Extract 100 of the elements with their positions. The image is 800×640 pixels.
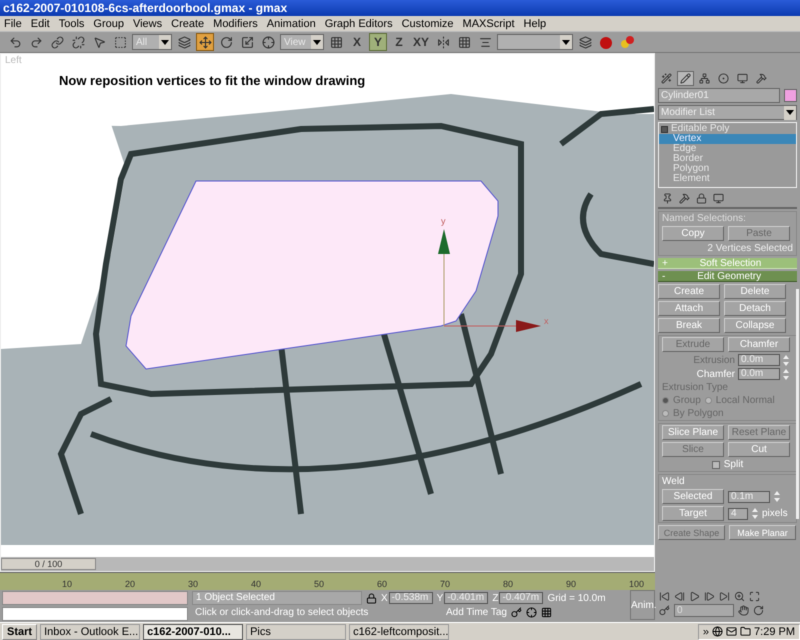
stack-item[interactable]: Polygon <box>659 164 796 174</box>
mirror-icon[interactable] <box>436 36 450 48</box>
menu-item[interactable]: Tools <box>58 18 84 30</box>
anim-button[interactable]: Anim. <box>630 590 655 620</box>
hammer-icon[interactable] <box>756 73 767 84</box>
add-time-tag-button[interactable]: Add Time Tag <box>446 607 507 618</box>
taskbar-button[interactable]: Pics <box>246 624 346 640</box>
spinner-field[interactable]: 0.1m <box>728 490 770 502</box>
skip-forward-icon[interactable] <box>719 591 730 602</box>
axis-constraint-button[interactable]: Z <box>390 33 408 51</box>
menu-item[interactable]: MAXScript <box>462 18 515 30</box>
taskbar-button[interactable]: c162-2007-010... <box>143 624 244 640</box>
panel-button[interactable]: Selected <box>662 489 724 504</box>
panel-button[interactable]: Collapse <box>724 318 786 333</box>
modifier-list-dropdown[interactable]: Modifier List <box>658 105 797 120</box>
taskbar-button[interactable]: Inbox - Outlook E... <box>40 624 140 640</box>
menu-item[interactable]: Modifiers <box>213 18 258 30</box>
stack-item[interactable]: Border <box>659 154 796 164</box>
circle-icon[interactable] <box>718 73 729 84</box>
redo-icon[interactable] <box>30 36 42 48</box>
menu-item[interactable]: Animation <box>266 18 316 30</box>
viewport[interactable]: y x Left Now reposition vertices to fit the window drawing <box>1 54 654 557</box>
coordinate-field[interactable]: -0.401m <box>444 592 488 604</box>
checkbox[interactable] <box>712 460 720 468</box>
start-button[interactable]: Start <box>2 624 38 640</box>
stack-item[interactable]: Vertex <box>659 134 796 144</box>
menu-item[interactable]: Create <box>171 18 204 30</box>
step-forward-icon[interactable] <box>704 591 715 602</box>
rollout-header[interactable]: + Soft Selection <box>658 258 797 269</box>
dropdown-caret-icon[interactable] <box>562 40 570 44</box>
menu-item[interactable]: Group <box>93 18 124 30</box>
orbit-icon[interactable] <box>753 605 764 616</box>
globe-icon[interactable] <box>712 626 724 637</box>
menu-item[interactable]: Edit <box>30 18 50 30</box>
object-name-field[interactable]: Cylinder01 <box>658 88 780 103</box>
axis-constraint-button[interactable]: Y <box>369 33 387 51</box>
panel-button[interactable]: Create <box>658 284 720 299</box>
menu-item[interactable]: Views <box>132 18 162 30</box>
unlink-icon[interactable] <box>72 36 84 48</box>
coordinate-field[interactable]: -0.407m <box>499 592 544 604</box>
stack-item[interactable]: Edge <box>659 144 796 154</box>
axis-constraint-button[interactable]: XY <box>411 33 432 51</box>
color-spheres-icon[interactable] <box>620 35 634 49</box>
pin-icon[interactable] <box>662 193 673 204</box>
selection-filter-dropdown[interactable]: All <box>132 34 172 50</box>
spinner-field[interactable]: 4 <box>728 508 748 520</box>
skip-back-icon[interactable] <box>659 591 670 602</box>
time-slider-track[interactable]: 0 / 100 <box>1 557 654 571</box>
key-icon[interactable] <box>510 607 522 618</box>
panel-button[interactable]: Copy <box>662 226 724 241</box>
tray-chevron[interactable]: » <box>702 626 710 638</box>
align-icon[interactable] <box>478 36 492 48</box>
link-icon[interactable] <box>50 36 64 48</box>
pencil-icon[interactable] <box>680 73 691 84</box>
move-gizmo[interactable] <box>438 229 541 332</box>
window-polygon[interactable] <box>125 180 498 370</box>
timeline-ruler[interactable]: 10 20 30 40 50 60 70 80 90 100 <box>0 572 655 590</box>
scrollbar-thumb[interactable] <box>796 289 799 519</box>
panel-button[interactable]: Delete <box>724 284 786 299</box>
undo-icon[interactable] <box>8 36 22 48</box>
hammer-icon[interactable] <box>679 193 690 204</box>
axis-constraint-button[interactable]: X <box>348 33 366 51</box>
panel-button[interactable]: Make Planar <box>729 525 796 540</box>
menu-item[interactable]: Graph Editors <box>324 18 393 30</box>
panel-button[interactable]: Cut <box>728 442 790 457</box>
menu-item[interactable]: Customize <box>402 18 454 30</box>
listener-output-field[interactable] <box>2 591 188 605</box>
spinner-field[interactable]: 0.0m <box>738 368 780 380</box>
listener-input-field[interactable] <box>2 607 188 621</box>
expand-icon[interactable] <box>661 126 668 132</box>
object-color-swatch[interactable] <box>784 89 797 102</box>
taskbar-button[interactable]: c162-leftcomposit... <box>349 624 450 640</box>
time-slider-thumb[interactable]: 0 / 100 <box>1 558 96 570</box>
viewport-label[interactable]: Left <box>5 55 22 66</box>
stack-item[interactable]: Editable Poly <box>659 124 796 134</box>
coordinate-field[interactable]: -0.538m <box>388 592 433 604</box>
key-icon[interactable] <box>659 605 670 616</box>
lock-icon[interactable] <box>366 592 377 604</box>
zoom-extents-icon[interactable] <box>749 591 760 602</box>
dropdown-caret-icon[interactable] <box>786 110 794 115</box>
panel-button[interactable]: Slice Plane <box>662 425 724 440</box>
mail-icon[interactable] <box>726 626 738 637</box>
panel-button[interactable]: Break <box>658 318 720 333</box>
reference-coordinate-dropdown[interactable]: View <box>280 34 324 50</box>
step-back-icon[interactable] <box>674 591 685 602</box>
hierarchy-icon[interactable] <box>699 73 710 84</box>
array-icon[interactable] <box>458 36 471 48</box>
panel-button[interactable]: Detach <box>724 301 786 316</box>
rollout-header[interactable]: - Edit Geometry <box>658 271 797 282</box>
zoom-icon[interactable] <box>734 591 745 602</box>
pan-icon[interactable] <box>738 605 749 616</box>
menu-item[interactable]: Help <box>524 18 546 30</box>
folder-icon[interactable] <box>740 626 752 637</box>
snap-icon[interactable] <box>526 607 537 618</box>
grid-icon[interactable] <box>540 607 552 618</box>
stack-item[interactable]: Element <box>659 174 796 184</box>
panel-button[interactable]: Target <box>662 506 724 521</box>
panel-button[interactable]: Attach <box>658 301 720 316</box>
wand-icon[interactable] <box>661 73 672 84</box>
monitor-icon[interactable] <box>737 73 748 84</box>
